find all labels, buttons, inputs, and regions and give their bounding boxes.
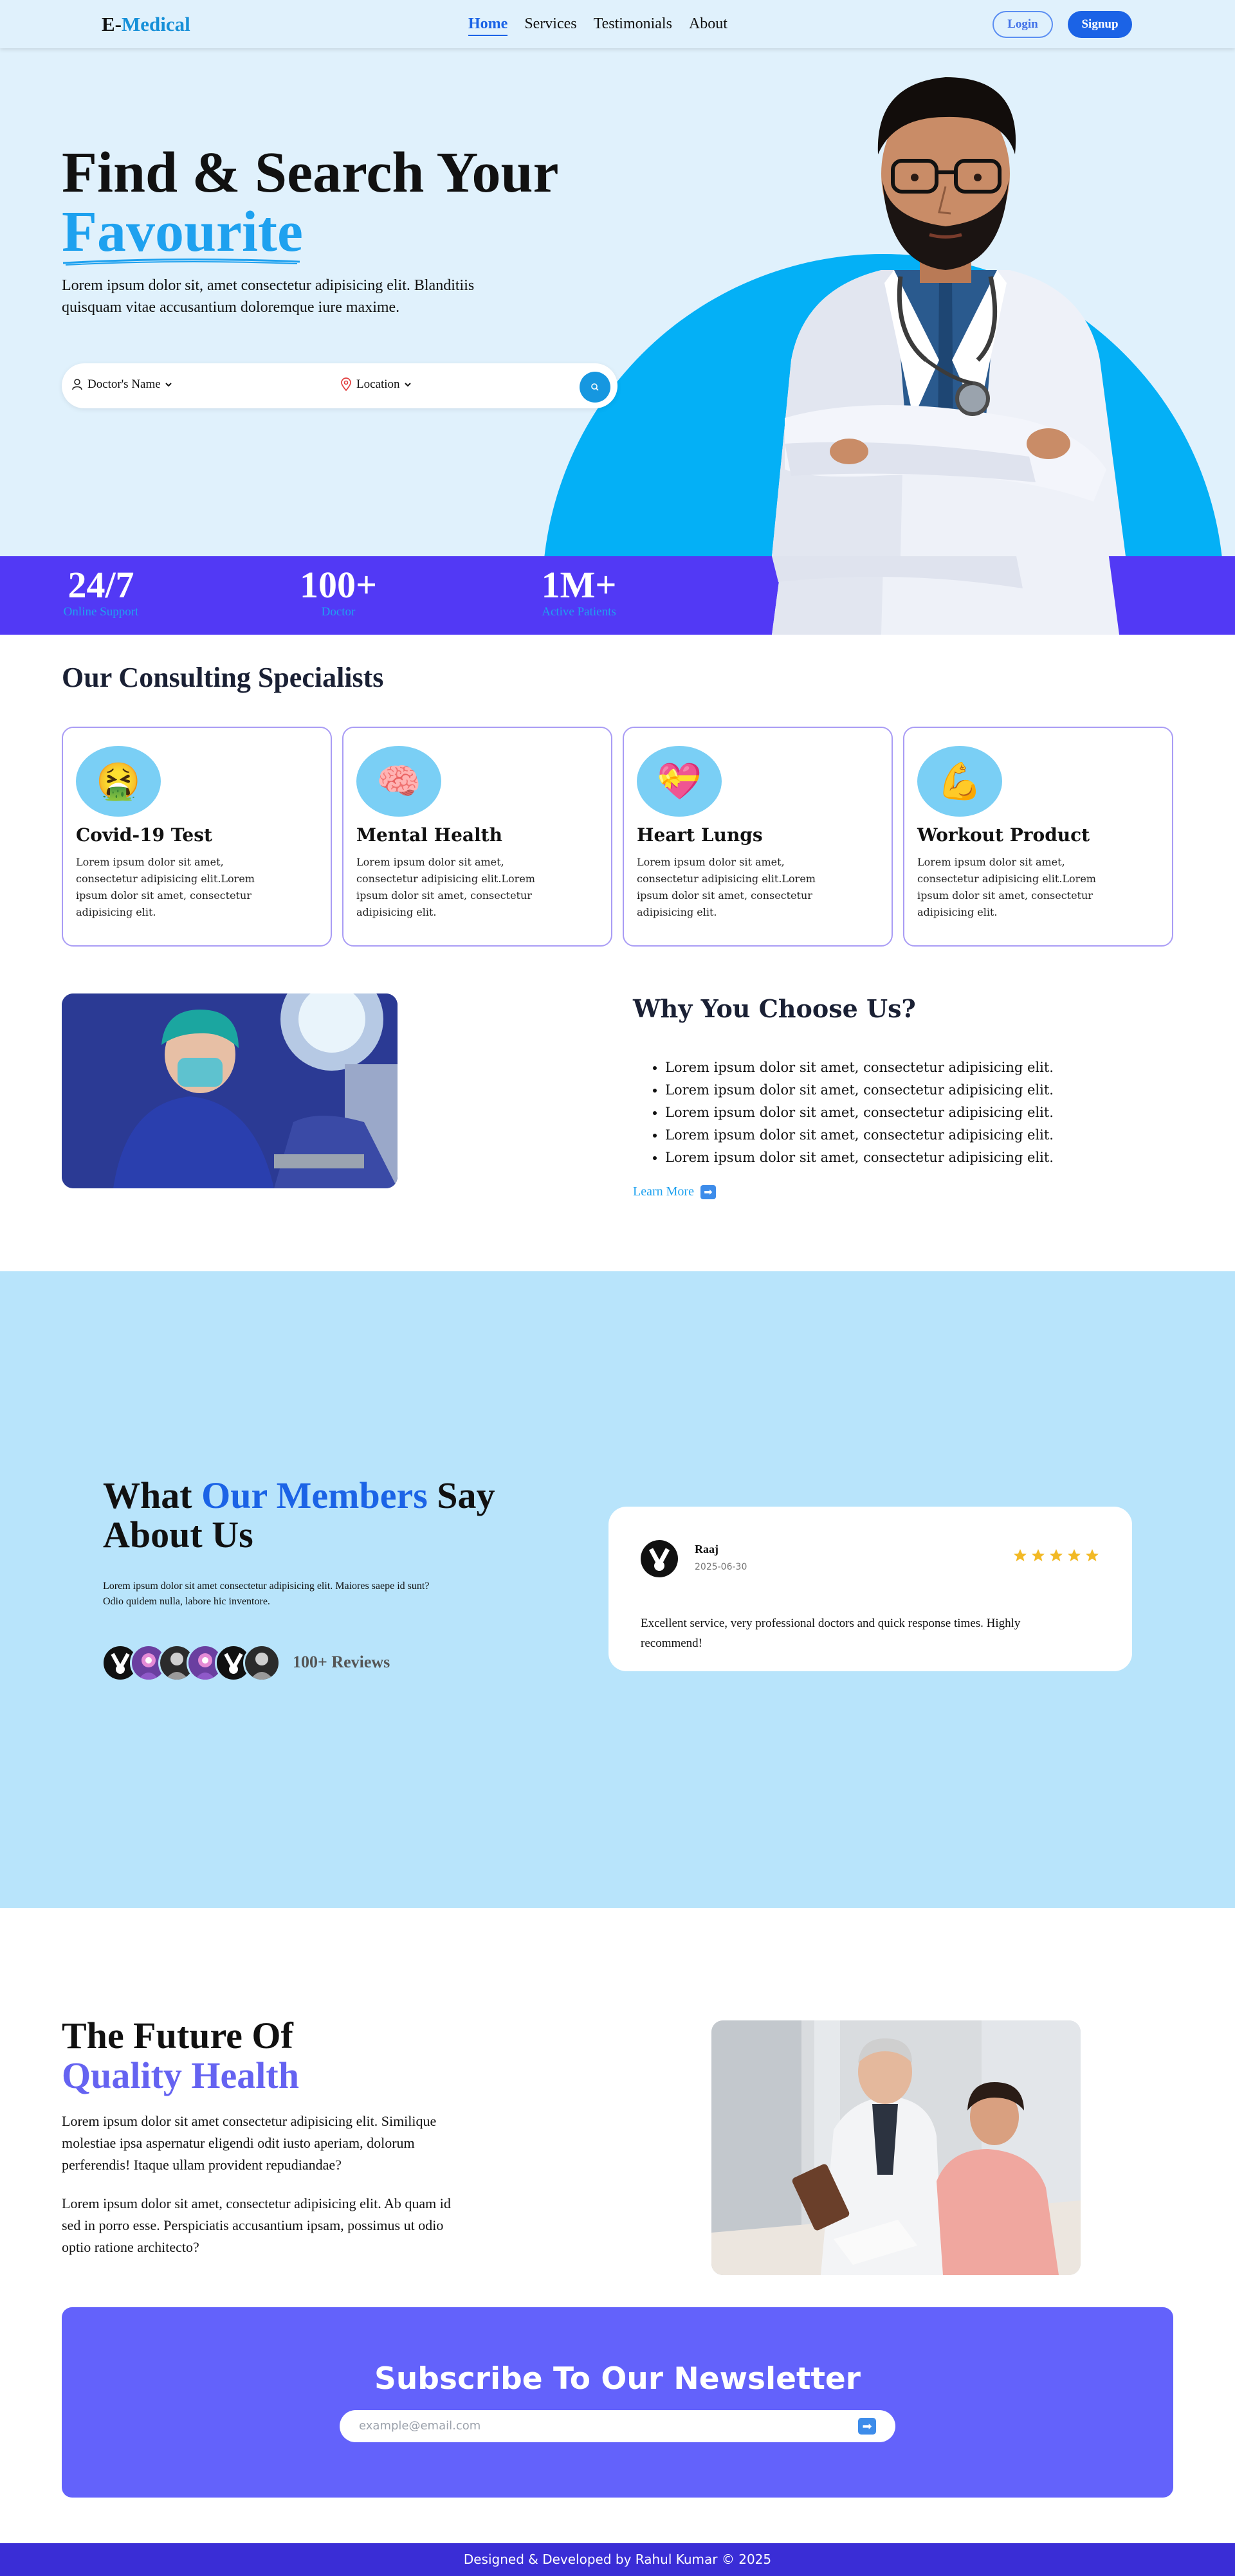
- underline-swash-icon: [62, 258, 300, 266]
- nav-link-testimonials[interactable]: Testimonials: [594, 15, 672, 36]
- chevron-down-icon: [404, 383, 411, 387]
- signup-button[interactable]: Signup: [1068, 11, 1132, 38]
- sick-face-icon: 🤮: [76, 746, 161, 817]
- testimonials-title: What Our Members Say About Us: [103, 1474, 495, 1556]
- testimonials-section: What Our Members Say About Us Lorem ipsu…: [0, 1271, 1235, 1908]
- learn-more-link[interactable]: Learn More ➡: [633, 1184, 716, 1199]
- subscribe-arrow-button[interactable]: ➡: [858, 2418, 876, 2435]
- stat-active-patients: 1M+ Active Patients: [541, 564, 617, 619]
- list-item: Lorem ipsum dolor sit amet, consectetur …: [665, 1057, 1054, 1079]
- reviews-count: 100+ Reviews: [293, 1653, 390, 1671]
- doctor-portrait-lower: [772, 556, 1119, 635]
- star-icon: [1032, 1549, 1045, 1561]
- member-avatars: [102, 1644, 280, 1682]
- specialist-card-mental-health[interactable]: 🧠 Mental Health Lorem ipsum dolor sit am…: [342, 727, 612, 947]
- star-icon: [1050, 1549, 1063, 1561]
- nav-link-services[interactable]: Services: [524, 15, 576, 36]
- stat-doctor: 100+ Doctor: [299, 564, 378, 619]
- list-item: Lorem ipsum dolor sit amet, consectetur …: [665, 1102, 1054, 1124]
- stats-strip: 24/7 Online Support 100+ Doctor 1M+ Acti…: [0, 556, 1235, 635]
- chevron-down-icon: [165, 383, 172, 387]
- list-item: Lorem ipsum dolor sit amet, consectetur …: [665, 1124, 1054, 1147]
- specialist-card-workout[interactable]: 💪 Workout Product Lorem ipsum dolor sit …: [903, 727, 1173, 947]
- email-placeholder: example@email.com: [359, 2419, 481, 2433]
- hero-title: Find & Search Your Favourite: [62, 143, 559, 266]
- star-rating: [1012, 1548, 1100, 1563]
- testimonials-description: Lorem ipsum dolor sit amet consectetur a…: [103, 1581, 430, 1607]
- brand-logo[interactable]: E-Medical: [102, 13, 190, 36]
- arrow-right-icon: ➡: [700, 1184, 716, 1199]
- avatar: [641, 1540, 678, 1577]
- surgery-photo: [62, 993, 398, 1188]
- hero-description: Lorem ipsum dolor sit, amet consectetur …: [62, 277, 475, 316]
- doctor-search-bar: Doctor's Name Location: [62, 363, 618, 408]
- reviewer-name: Raaj: [695, 1543, 718, 1556]
- star-icon: [1014, 1549, 1027, 1561]
- star-icon: [1068, 1549, 1081, 1561]
- future-paragraph-2: Lorem ipsum dolor sit amet, consectetur …: [62, 2195, 451, 2255]
- stat-online-support: 24/7 Online Support: [63, 564, 139, 619]
- specialist-card-heart-lungs[interactable]: 💝 Heart Lungs Lorem ipsum dolor sit amet…: [623, 727, 893, 947]
- location-dropdown[interactable]: Location: [340, 377, 412, 392]
- brain-icon: 🧠: [356, 746, 441, 817]
- future-paragraph-1: Lorem ipsum dolor sit amet consectetur a…: [62, 2113, 437, 2173]
- navbar: E-Medical Home Services Testimonials Abo…: [0, 0, 1235, 48]
- review-card: Raaj 2025-06-30 Excellent service, very …: [608, 1507, 1132, 1671]
- hero-section: Find & Search Your Favourite Lorem ipsum…: [0, 48, 1235, 556]
- footer: Designed & Developed by Rahul Kumar © 20…: [0, 2543, 1235, 2576]
- review-text: Excellent service, very professional doc…: [641, 1617, 1021, 1650]
- search-button[interactable]: [580, 372, 610, 403]
- doctor-portrait-image: [772, 77, 1126, 556]
- login-button[interactable]: Login: [993, 11, 1053, 38]
- specialist-card-covid[interactable]: 🤮 Covid-19 Test Lorem ipsum dolor sit am…: [62, 727, 332, 947]
- search-icon: [591, 383, 599, 391]
- future-title: The Future Of Quality Health: [62, 2015, 299, 2096]
- doctor-name-dropdown[interactable]: Doctor's Name: [71, 377, 172, 392]
- avatar: [243, 1644, 280, 1682]
- specialists-title: Our Consulting Specialists: [62, 662, 384, 693]
- newsletter-section: Subscribe To Our Newsletter example@emai…: [62, 2307, 1173, 2498]
- newsletter-title: Subscribe To Our Newsletter: [374, 2361, 861, 2397]
- location-pin-icon: [341, 377, 351, 392]
- why-choose-us-title: Why You Choose Us?: [633, 994, 916, 1023]
- star-icon: [1086, 1549, 1099, 1561]
- list-item: Lorem ipsum dolor sit amet, consectetur …: [665, 1079, 1054, 1102]
- review-date: 2025-06-30: [695, 1562, 747, 1572]
- nav-link-about[interactable]: About: [689, 15, 727, 36]
- why-choose-us-list: Lorem ipsum dolor sit amet, consectetur …: [665, 1057, 1054, 1169]
- flexed-biceps-icon: 💪: [917, 746, 1002, 817]
- nav-link-home[interactable]: Home: [468, 15, 508, 36]
- doctor-patient-photo: [711, 2020, 1081, 2275]
- list-item: Lorem ipsum dolor sit amet, consectetur …: [665, 1147, 1054, 1169]
- user-icon: [72, 379, 82, 390]
- heart-icon: 💝: [637, 746, 722, 817]
- nav-menu: Home Services Testimonials About: [468, 15, 727, 36]
- newsletter-email-input[interactable]: example@email.com ➡: [340, 2410, 895, 2442]
